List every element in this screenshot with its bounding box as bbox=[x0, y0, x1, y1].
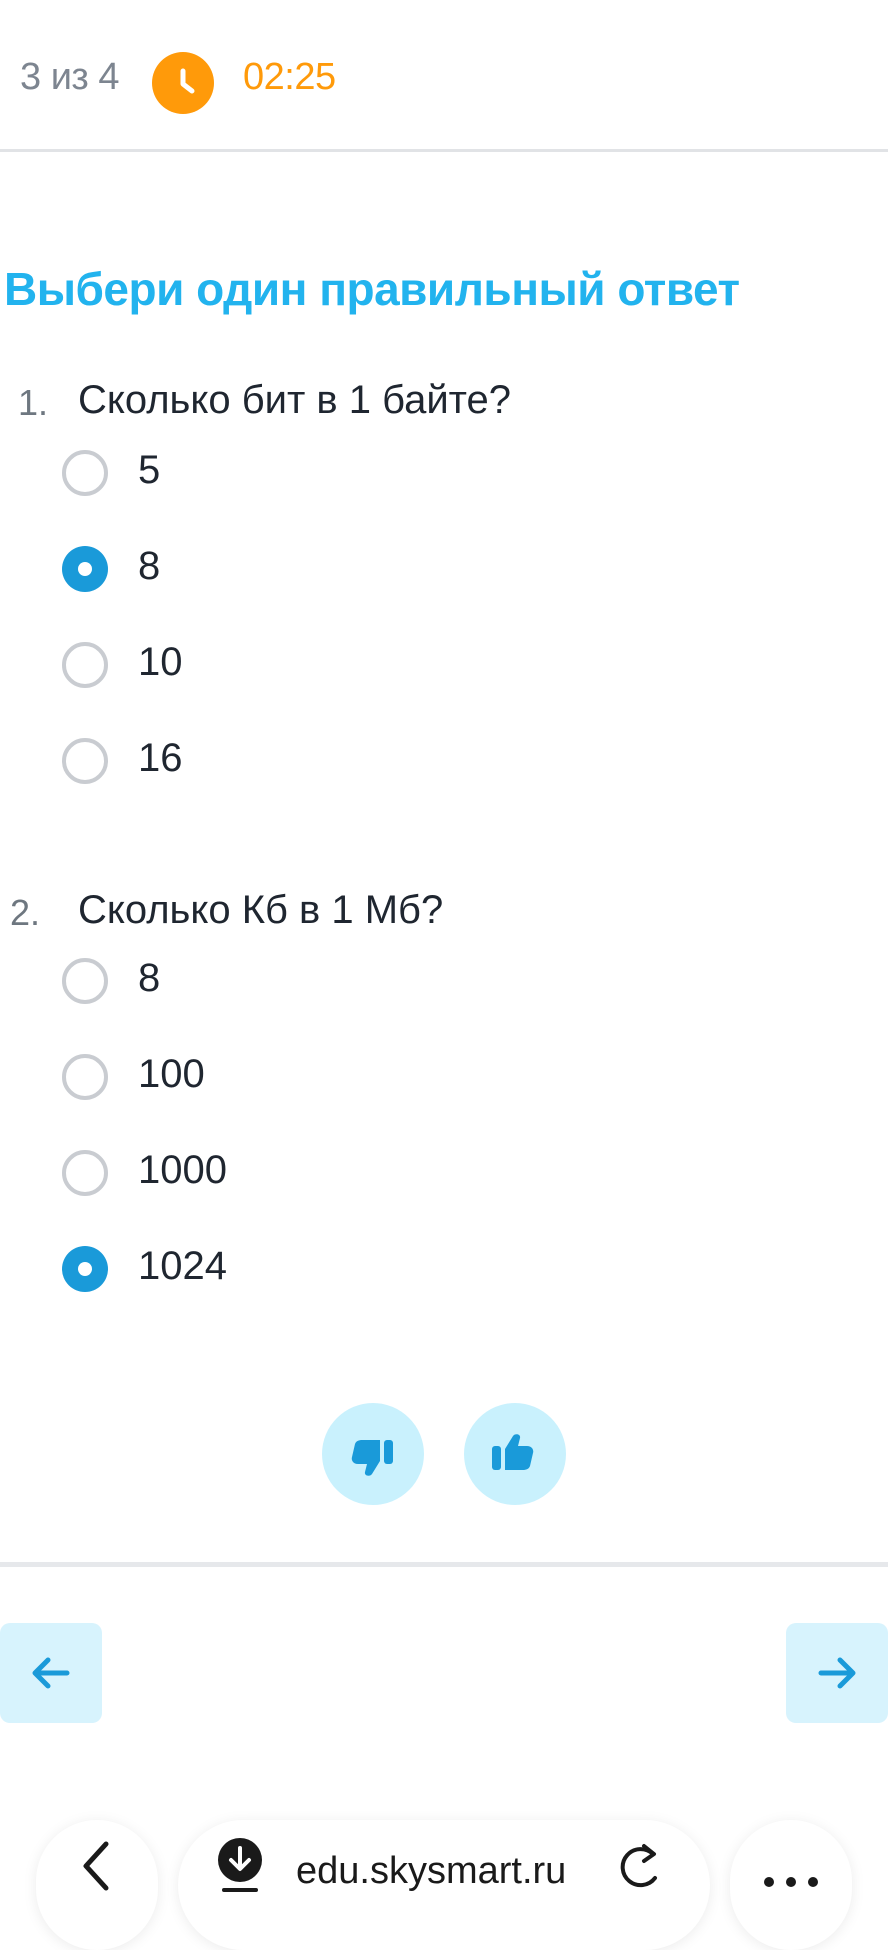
option-label: 8 bbox=[138, 956, 161, 1000]
download-icon bbox=[218, 1838, 262, 1892]
browser-toolbar: edu.skysmart.ru bbox=[0, 1820, 888, 1950]
option-label: 5 bbox=[138, 448, 161, 492]
prev-button[interactable] bbox=[0, 1623, 102, 1723]
question-text: Сколько бит в 1 байте? bbox=[78, 378, 512, 422]
dislike-button[interactable] bbox=[322, 1403, 424, 1505]
option-label: 16 bbox=[138, 736, 183, 780]
question-number: 2. bbox=[10, 892, 41, 933]
instruction-title: Выбери один правильный ответ bbox=[4, 263, 740, 315]
more-icon bbox=[764, 1877, 818, 1887]
reload-icon bbox=[620, 1844, 657, 1888]
option-label: 100 bbox=[138, 1052, 205, 1096]
option-label: 1000 bbox=[138, 1148, 227, 1192]
divider bbox=[0, 1562, 888, 1567]
url-text: edu.skysmart.ru bbox=[296, 1850, 567, 1892]
test-header: 3 из 4 02:25 bbox=[0, 0, 888, 152]
progress-counter: 3 из 4 bbox=[20, 56, 120, 98]
radio-button[interactable] bbox=[62, 958, 108, 1004]
radio-button-checked[interactable] bbox=[62, 1246, 108, 1292]
radio-button[interactable] bbox=[62, 738, 108, 784]
arrow-right-icon bbox=[818, 1657, 856, 1689]
radio-button[interactable] bbox=[62, 1150, 108, 1196]
option-q1-c[interactable]: 10 bbox=[60, 630, 760, 700]
next-button[interactable] bbox=[786, 1623, 888, 1723]
option-q2-b[interactable]: 100 bbox=[60, 1042, 760, 1112]
clock-icon bbox=[152, 52, 214, 114]
option-q1-d[interactable]: 16 bbox=[60, 726, 760, 796]
address-bar[interactable]: edu.skysmart.ru bbox=[178, 1820, 710, 1950]
thumbs-up-icon bbox=[492, 1434, 534, 1470]
like-button[interactable] bbox=[464, 1403, 566, 1505]
radio-button[interactable] bbox=[62, 1054, 108, 1100]
option-label: 8 bbox=[138, 544, 161, 588]
arrow-left-icon bbox=[32, 1657, 70, 1689]
more-button[interactable] bbox=[730, 1820, 852, 1950]
option-q2-c[interactable]: 1000 bbox=[60, 1138, 760, 1208]
question-text: Сколько Кб в 1 Мб? bbox=[78, 888, 444, 932]
radio-button[interactable] bbox=[62, 450, 108, 496]
timer-value: 02:25 bbox=[243, 56, 336, 98]
chevron-left-icon bbox=[83, 1841, 109, 1891]
question-number: 1. bbox=[18, 382, 49, 423]
radio-button-checked[interactable] bbox=[62, 546, 108, 592]
radio-button[interactable] bbox=[62, 642, 108, 688]
thumbs-down-icon bbox=[351, 1440, 393, 1476]
option-q1-a[interactable]: 5 bbox=[60, 438, 760, 508]
option-q2-a[interactable]: 8 bbox=[60, 946, 760, 1016]
back-button[interactable] bbox=[36, 1820, 158, 1950]
option-label: 10 bbox=[138, 640, 183, 684]
option-q2-d[interactable]: 1024 bbox=[60, 1234, 760, 1304]
option-q1-b[interactable]: 8 bbox=[60, 534, 760, 604]
option-label: 1024 bbox=[138, 1244, 227, 1288]
